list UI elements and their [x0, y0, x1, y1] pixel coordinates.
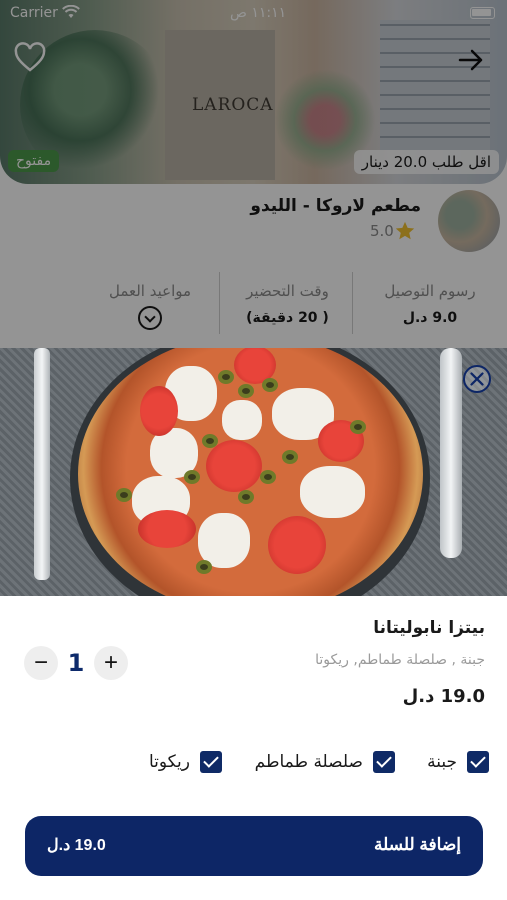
product-sheet: بيتزا نابوليتانا جبنة , صلصلة طماطم, ريك…: [0, 348, 507, 900]
addon-tomato-sauce[interactable]: صلصلة طماطم: [255, 750, 395, 774]
quantity-stepper: − 1 +: [24, 646, 128, 680]
addon-label: صلصلة طماطم: [254, 752, 363, 772]
add-to-cart-button[interactable]: إضافة للسلة 19.0 د.ل: [25, 816, 483, 876]
decrease-quantity-button[interactable]: −: [24, 646, 58, 680]
addon-label: جبنة: [427, 752, 457, 772]
product-price: 19.0 د.ل: [402, 686, 485, 707]
addon-ricotta[interactable]: ريكوتا: [149, 750, 222, 774]
quantity-value: 1: [67, 649, 85, 677]
close-icon[interactable]: [462, 364, 492, 394]
addon-checkbox[interactable]: [467, 751, 489, 773]
cart-total-price: 19.0 د.ل: [47, 837, 106, 854]
add-to-cart-label: إضافة للسلة: [373, 835, 461, 854]
increase-quantity-button[interactable]: +: [94, 646, 128, 680]
addon-label: ريكوتا: [148, 752, 190, 772]
addon-cheese[interactable]: جبنة: [427, 750, 489, 774]
product-title: بيتزا نابوليتانا: [373, 618, 485, 638]
addon-checkbox[interactable]: [373, 751, 395, 773]
addon-checkbox[interactable]: [200, 751, 222, 773]
product-description: جبنة , صلصلة طماطم, ريكوتا: [315, 652, 485, 668]
product-image: [0, 348, 507, 596]
